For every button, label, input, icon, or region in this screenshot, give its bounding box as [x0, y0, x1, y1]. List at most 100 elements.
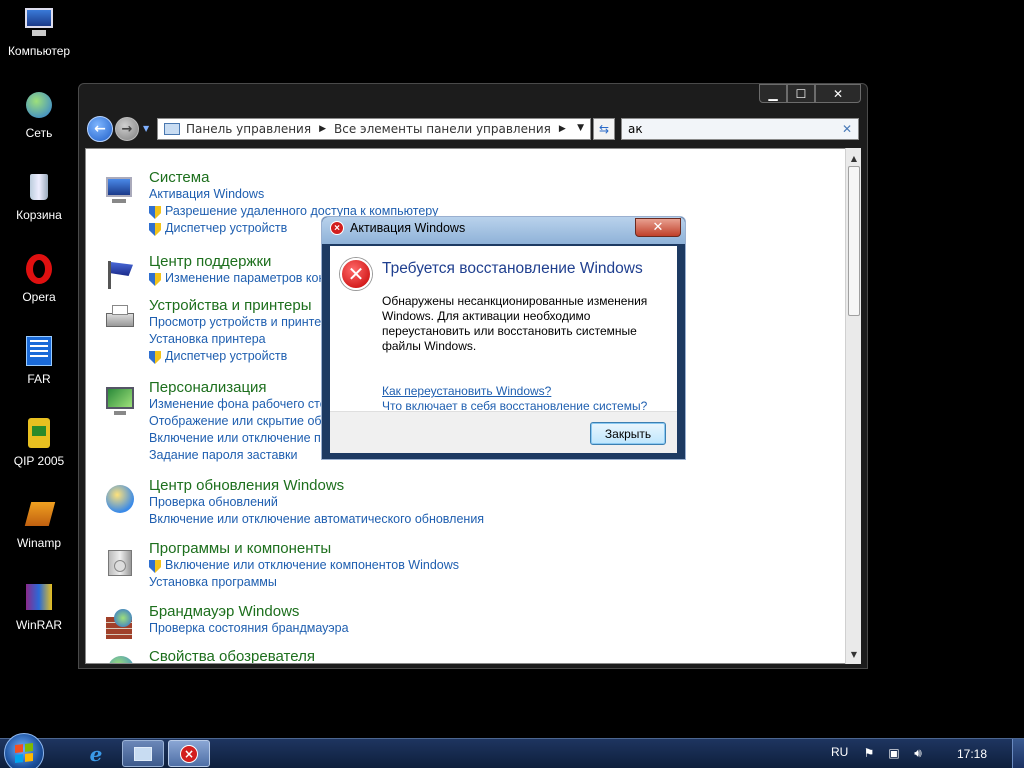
- windows-logo-icon: [15, 743, 33, 763]
- desktop-icon-far[interactable]: FAR: [0, 334, 78, 386]
- action-center-flag-icon[interactable]: ⚑: [862, 746, 876, 760]
- dialog-message: Обнаружены несанкционированные изменения…: [382, 294, 648, 353]
- minimize-button[interactable]: ▁: [759, 84, 787, 103]
- uac-shield-icon: [149, 351, 161, 364]
- task-link[interactable]: Активация Windows: [149, 187, 264, 201]
- action-center-flag-icon[interactable]: [104, 259, 136, 291]
- scrollbar-thumb[interactable]: [848, 166, 860, 316]
- desktop-icon-network[interactable]: Сеть: [0, 88, 78, 140]
- task-link-text: Диспетчер устройств: [165, 349, 288, 363]
- recycle-bin-icon: [22, 170, 56, 204]
- control-panel-icon: [164, 123, 180, 135]
- task-link[interactable]: Установка принтера: [149, 332, 266, 346]
- desktop-icon-label: Компьютер: [7, 44, 71, 58]
- internet-options-icon[interactable]: [104, 654, 136, 663]
- uac-shield-icon: [149, 206, 161, 219]
- uac-shield-icon: [149, 223, 161, 236]
- desktop-icon-label: QIP 2005: [13, 454, 65, 468]
- breadcrumb-separator-icon[interactable]: ▶: [319, 124, 326, 134]
- system-icon[interactable]: [104, 175, 136, 207]
- task-link[interactable]: Диспетчер устройств: [149, 349, 288, 364]
- task-link[interactable]: Задание пароля заставки: [149, 448, 298, 462]
- desktop-icon-winamp[interactable]: Winamp: [0, 498, 78, 550]
- back-button[interactable]: ←: [87, 116, 113, 142]
- task-link-text: Активация Windows: [149, 187, 265, 201]
- arrow-left-icon: ←: [94, 121, 106, 137]
- task-link[interactable]: Проверка состояния брандмауэра: [149, 621, 349, 635]
- scroll-up-icon[interactable]: ▲: [846, 150, 862, 166]
- result-group-title[interactable]: Система: [149, 169, 209, 186]
- start-button[interactable]: [4, 733, 44, 768]
- task-link-text: Проверка обновлений: [149, 495, 278, 509]
- vertical-scrollbar[interactable]: ▲ ▼: [845, 148, 861, 664]
- refresh-button[interactable]: ⇆: [593, 118, 615, 140]
- desktop-icon-opera[interactable]: Opera: [0, 252, 78, 304]
- search-value: ак: [628, 122, 643, 136]
- task-link[interactable]: Включение или отключение автоматического…: [149, 512, 484, 526]
- task-link[interactable]: Изменение фона рабочего стола: [149, 397, 341, 411]
- task-link-text: Проверка состояния брандмауэра: [149, 621, 349, 635]
- maximize-button[interactable]: ☐: [787, 84, 815, 103]
- programs-icon[interactable]: [104, 546, 136, 578]
- refresh-icon: ⇆: [598, 122, 610, 136]
- search-input[interactable]: ак ✕: [621, 118, 859, 140]
- desktop-icon-winrar[interactable]: WinRAR: [0, 580, 78, 632]
- address-dropdown-icon[interactable]: ▼: [577, 123, 584, 133]
- opera-icon: [22, 252, 56, 286]
- desktop-icon-label: Opera: [22, 290, 56, 304]
- result-group-title[interactable]: Устройства и принтеры: [149, 297, 311, 314]
- arrow-right-icon: →: [121, 121, 133, 137]
- volume-icon[interactable]: 🔊︎: [911, 746, 925, 760]
- desktop-icon-computer[interactable]: Компьютер: [0, 6, 78, 58]
- task-link[interactable]: Включение или отключение компонентов Win…: [149, 558, 459, 573]
- internet-explorer-icon: e: [89, 741, 103, 766]
- uac-shield-icon: [149, 560, 161, 573]
- taskbar-internet-explorer[interactable]: e: [76, 740, 116, 767]
- task-link[interactable]: Проверка обновлений: [149, 495, 278, 509]
- result-group-title[interactable]: Центр поддержки: [149, 253, 271, 270]
- recent-pages-dropdown[interactable]: ▼: [143, 124, 149, 133]
- winrar-icon: [22, 580, 56, 614]
- printer-icon[interactable]: [104, 303, 136, 335]
- reinstall-windows-link[interactable]: Как переустановить Windows?: [382, 384, 551, 398]
- firewall-icon[interactable]: [104, 609, 136, 641]
- task-link-text: Установка принтера: [149, 332, 266, 346]
- result-group-title[interactable]: Программы и компоненты: [149, 540, 331, 557]
- taskbar: e × RU ⚑ ▣ 🔊︎ 17:18: [0, 733, 1024, 768]
- breadcrumb-all-items[interactable]: Все элементы панели управления: [334, 122, 551, 136]
- breadcrumb-control-panel[interactable]: Панель управления: [186, 122, 311, 136]
- result-group-title[interactable]: Свойства обозревателя: [149, 648, 315, 663]
- show-desktop-button[interactable]: [1012, 739, 1024, 768]
- result-group: Программы и компоненты Включение или откл…: [104, 540, 604, 604]
- taskbar-control-panel[interactable]: [122, 740, 164, 767]
- desktop-icon-recycle-bin[interactable]: Корзина: [0, 170, 78, 222]
- close-dialog-button[interactable]: Закрыть: [590, 422, 666, 445]
- forward-button[interactable]: →: [115, 117, 139, 141]
- dialog-close-button[interactable]: ✕: [635, 218, 681, 237]
- network-icon[interactable]: ▣: [887, 746, 901, 760]
- windows-update-icon[interactable]: [104, 483, 136, 515]
- address-bar[interactable]: Панель управления ▶ Все элементы панели …: [157, 118, 591, 140]
- task-link[interactable]: Просмотр устройств и принтеров: [149, 315, 342, 329]
- task-link[interactable]: Диспетчер устройств: [149, 221, 287, 236]
- taskbar-activation-dialog[interactable]: ×: [168, 740, 210, 767]
- clock[interactable]: 17:18: [957, 747, 987, 761]
- computer-icon: [22, 6, 56, 40]
- task-link-text: Включение или отключение автоматического…: [149, 512, 485, 526]
- personalization-icon[interactable]: [104, 385, 136, 417]
- result-group: Центр обновления Windows Проверка обновле…: [104, 477, 604, 541]
- clear-search-icon[interactable]: ✕: [842, 122, 852, 136]
- scroll-down-icon[interactable]: ▼: [846, 646, 862, 662]
- dialog-heading: Требуется восстановление Windows: [382, 260, 643, 277]
- caption-buttons: ▁ ☐ ✕: [759, 84, 861, 104]
- language-indicator[interactable]: RU: [831, 745, 848, 759]
- task-link[interactable]: Установка программы: [149, 575, 277, 589]
- result-group-title[interactable]: Персонализация: [149, 379, 267, 396]
- result-group-title[interactable]: Брандмауэр Windows: [149, 603, 299, 620]
- activation-dialog: × Активация Windows ✕ ✕ Требуется восста…: [321, 216, 686, 460]
- breadcrumb-separator-icon[interactable]: ▶: [559, 124, 566, 134]
- result-group-title[interactable]: Центр обновления Windows: [149, 477, 344, 494]
- desktop-icon-qip[interactable]: QIP 2005: [0, 416, 78, 468]
- control-panel-icon: [134, 746, 152, 761]
- close-button[interactable]: ✕: [815, 84, 861, 103]
